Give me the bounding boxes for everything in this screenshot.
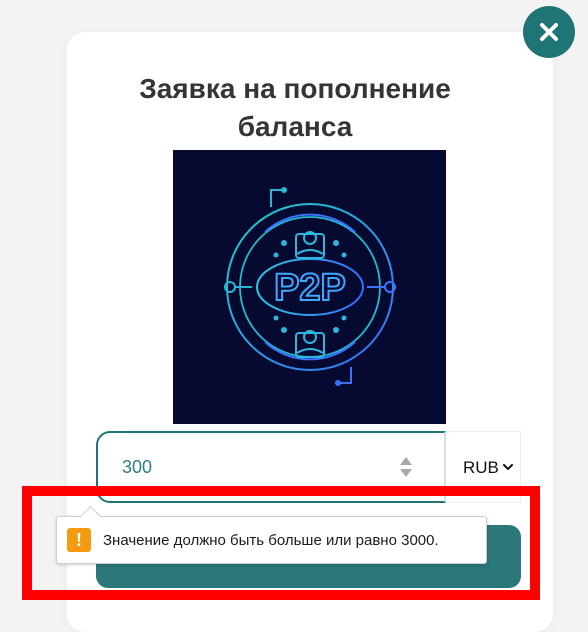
payment-logo: P2P bbox=[173, 150, 446, 424]
close-button[interactable] bbox=[523, 6, 575, 58]
p2p-logo-icon: P2P bbox=[224, 187, 396, 386]
stepper-up-icon[interactable] bbox=[400, 457, 412, 465]
stepper-down-icon[interactable] bbox=[400, 469, 412, 477]
p2p-logo-text: P2P bbox=[274, 267, 346, 309]
validation-message: Значение должно быть больше или равно 30… bbox=[103, 531, 439, 549]
close-icon bbox=[540, 23, 558, 41]
number-stepper-icon[interactable] bbox=[399, 455, 413, 481]
currency-value: RUB bbox=[463, 457, 499, 477]
validation-tooltip: ! Значение должно быть больше или равно … bbox=[56, 516, 487, 564]
page-title: Заявка на пополнение баланса bbox=[139, 73, 451, 142]
warning-icon: ! bbox=[67, 528, 91, 552]
chevron-down-icon bbox=[502, 464, 513, 470]
amount-input[interactable] bbox=[122, 451, 372, 483]
